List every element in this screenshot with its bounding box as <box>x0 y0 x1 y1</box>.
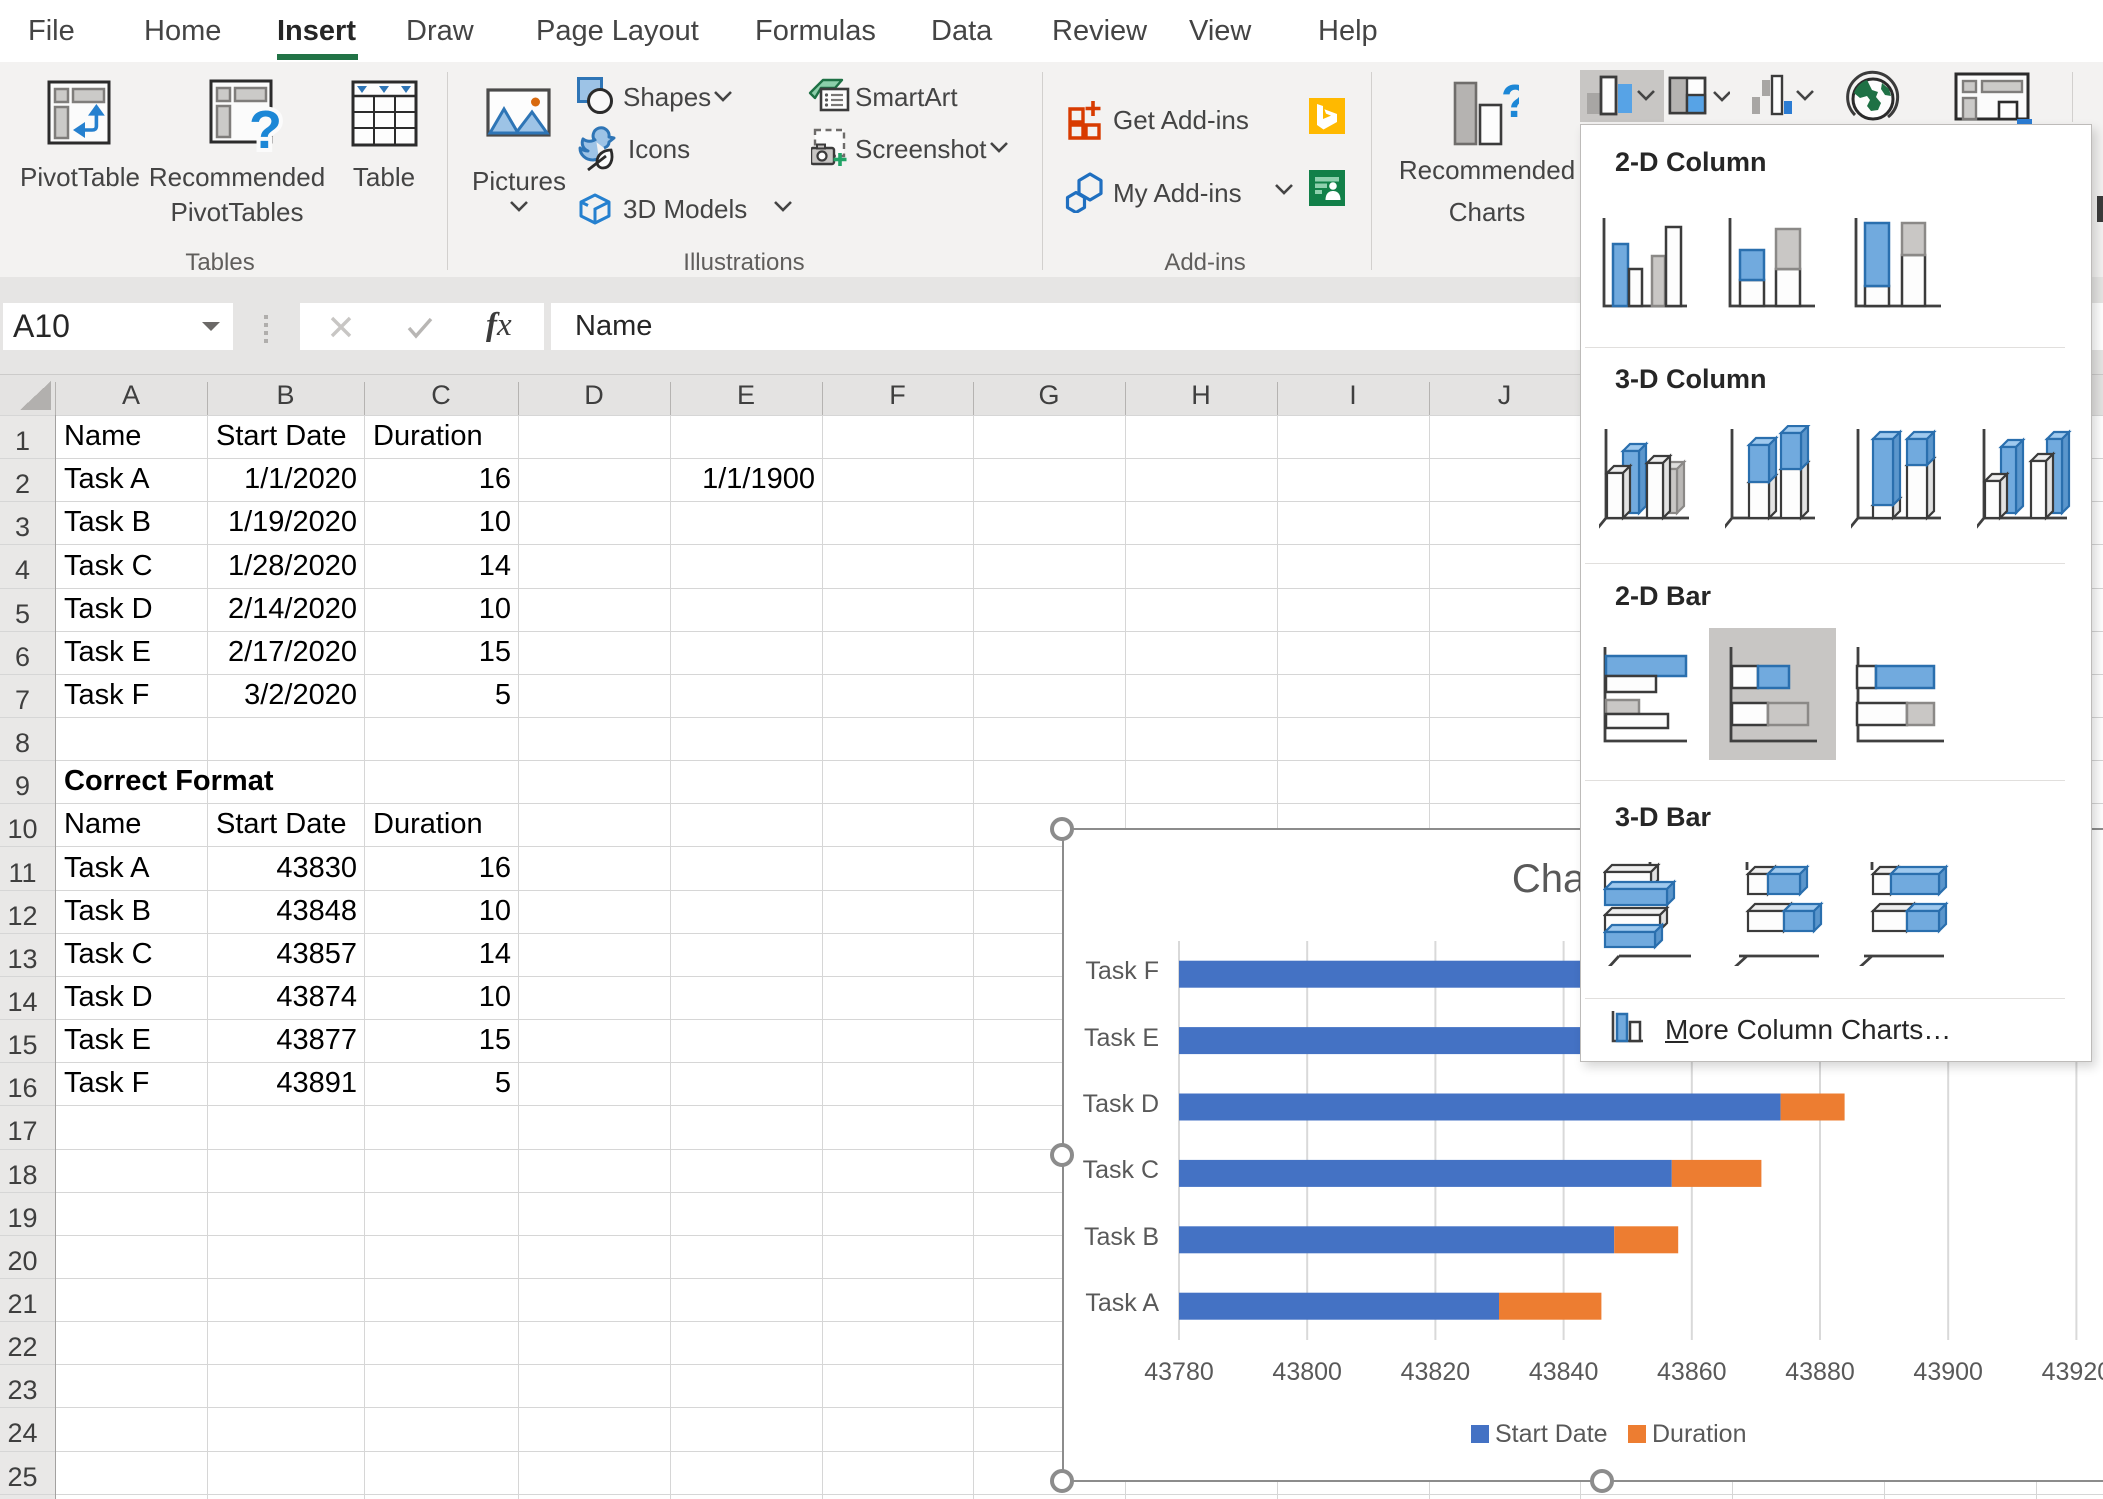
svg-text:?: ? <box>1501 80 1519 127</box>
svg-text:?: ? <box>249 100 282 155</box>
